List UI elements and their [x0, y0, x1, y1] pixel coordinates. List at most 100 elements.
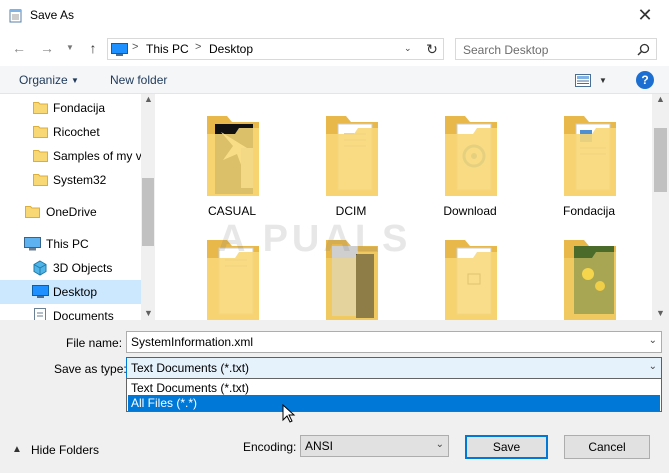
breadcrumb-this-pc[interactable]: This PC	[146, 42, 189, 56]
computer-icon	[24, 237, 41, 251]
hide-folders-button[interactable]: Hide Folders	[31, 443, 99, 457]
address-separator: >	[195, 41, 202, 53]
navigation-scroll-thumb[interactable]	[142, 178, 154, 246]
option-label: All Files (*.*)	[131, 396, 198, 410]
encoding-label: Encoding:	[243, 440, 297, 454]
view-chevron-icon[interactable]: ▼	[599, 76, 607, 85]
organize-button[interactable]: Organize	[19, 73, 68, 87]
nav-item-label: System32	[53, 173, 107, 187]
nav-item-label: Samples of my v	[53, 149, 142, 163]
nav-item-samples[interactable]: Samples of my v	[0, 144, 142, 168]
scroll-down-icon[interactable]: ▼	[656, 308, 665, 318]
save-button[interactable]: Save	[465, 435, 548, 459]
nav-item-documents[interactable]: Documents	[0, 304, 141, 320]
folder-icon	[445, 116, 497, 196]
address-bar[interactable]: > This PC > Desktop ⌄	[107, 38, 444, 60]
view-options-icon[interactable]	[575, 74, 591, 87]
address-separator: >	[132, 41, 139, 53]
up-button[interactable]: ↑	[84, 39, 102, 57]
folder-tile-fondacija[interactable]: Fondacija	[537, 94, 641, 218]
nav-item-fondacija[interactable]: Fondacija	[0, 96, 141, 120]
cancel-button[interactable]: Cancel	[564, 435, 650, 459]
search-box[interactable]: Search Desktop	[455, 38, 657, 60]
organize-chevron-icon: ▼	[71, 76, 79, 85]
mouse-cursor-icon	[282, 404, 296, 423]
nav-item-label: OneDrive	[46, 205, 97, 219]
nav-item-system32[interactable]: System32	[0, 168, 141, 192]
search-input[interactable]: Search Desktop	[463, 43, 548, 57]
title-bar: Save As ✕	[0, 0, 669, 31]
nav-item-label: Ricochet	[53, 125, 100, 139]
nav-item-3d-objects[interactable]: 3D Objects	[0, 256, 141, 280]
chevron-up-icon[interactable]: ▲	[12, 444, 22, 455]
nav-item-this-pc[interactable]: This PC	[0, 232, 141, 256]
file-name-input[interactable]: SystemInformation.xml ⌄	[126, 331, 662, 353]
nav-item-ricochet[interactable]: Ricochet	[0, 120, 141, 144]
folder-icon	[564, 116, 616, 196]
address-history-chevron-icon[interactable]: ⌄	[404, 43, 412, 54]
refresh-icon[interactable]: ↻	[421, 38, 444, 60]
nav-item-label: Documents	[53, 309, 114, 320]
scroll-down-icon[interactable]: ▼	[144, 308, 153, 318]
recent-locations-chevron-icon[interactable]: ▼	[66, 43, 74, 52]
folder-icon	[326, 116, 378, 196]
breadcrumb-desktop[interactable]: Desktop	[209, 42, 253, 56]
scroll-up-icon[interactable]: ▲	[656, 94, 665, 104]
back-button[interactable]: ←	[10, 39, 28, 57]
nav-item-label: 3D Objects	[53, 261, 113, 275]
window-title: Save As	[30, 8, 75, 22]
search-icon	[637, 43, 650, 56]
close-button[interactable]: ✕	[634, 5, 656, 25]
save-as-type-value: Text Documents (*.txt)	[131, 361, 250, 375]
nav-item-onedrive[interactable]: OneDrive	[0, 200, 141, 224]
encoding-value: ANSI	[305, 439, 334, 453]
file-name: Fondacija	[562, 204, 616, 218]
navigation-pane: Fondacija Ricochet Samples of my v Syste…	[0, 94, 155, 320]
desktop-icon	[32, 285, 49, 298]
file-name-label: File name:	[66, 336, 123, 350]
nav-item-label: Desktop	[53, 285, 98, 299]
chevron-down-icon[interactable]: ⌄	[436, 439, 444, 450]
documents-icon	[34, 308, 46, 320]
folder-icon	[25, 206, 40, 218]
folder-icon	[564, 240, 616, 320]
chevron-down-icon[interactable]: ⌄	[649, 361, 657, 372]
dropdown-option-text-documents[interactable]: Text Documents (*.txt)	[128, 380, 660, 396]
folder-icon	[33, 126, 48, 138]
notepad-icon	[9, 9, 22, 23]
folder-icon	[33, 174, 48, 186]
content-scroll-thumb[interactable]	[654, 128, 667, 192]
folder-icon	[445, 240, 497, 320]
help-button[interactable]: ?	[636, 71, 654, 89]
file-name: DCIM	[335, 204, 367, 218]
nav-item-label: Fondacija	[53, 101, 106, 115]
file-list: CASUAL DCIM Download Fondacija	[155, 94, 652, 320]
watermark: A PUALS	[218, 218, 412, 260]
save-as-type-select[interactable]: Text Documents (*.txt) ⌄	[126, 357, 662, 379]
toolbar: Organize ▼ New folder ▼ ?	[0, 66, 669, 94]
encoding-select[interactable]: ANSI ⌄	[300, 435, 449, 457]
folder-tile-download[interactable]: Download	[418, 94, 522, 218]
file-name: Download	[443, 204, 497, 218]
option-label: Text Documents (*.txt)	[131, 381, 250, 395]
save-as-type-dropdown: Text Documents (*.txt) All Files (*.*)	[126, 378, 662, 412]
folder-icon	[33, 150, 48, 162]
save-as-type-label: Save as type:	[54, 362, 127, 376]
folder-tile[interactable]	[418, 218, 522, 320]
forward-button[interactable]: →	[38, 39, 56, 57]
new-folder-button[interactable]: New folder	[110, 73, 167, 87]
desktop-icon	[111, 43, 128, 56]
nav-item-desktop[interactable]: Desktop	[0, 280, 141, 304]
file-name-value: SystemInformation.xml	[131, 335, 254, 349]
folder-tile-casual[interactable]: CASUAL	[180, 94, 284, 218]
folder-tile[interactable]	[537, 218, 641, 320]
folder-tile-dcim[interactable]: DCIM	[299, 94, 403, 218]
file-name: CASUAL	[207, 204, 257, 218]
scroll-up-icon[interactable]: ▲	[144, 94, 153, 104]
chevron-down-icon[interactable]: ⌄	[649, 335, 657, 346]
folder-icon	[33, 102, 48, 114]
nav-item-label: This PC	[46, 237, 89, 251]
dropdown-option-all-files[interactable]: All Files (*.*)	[128, 395, 660, 411]
cube-icon	[33, 260, 47, 276]
folder-icon	[207, 116, 259, 196]
